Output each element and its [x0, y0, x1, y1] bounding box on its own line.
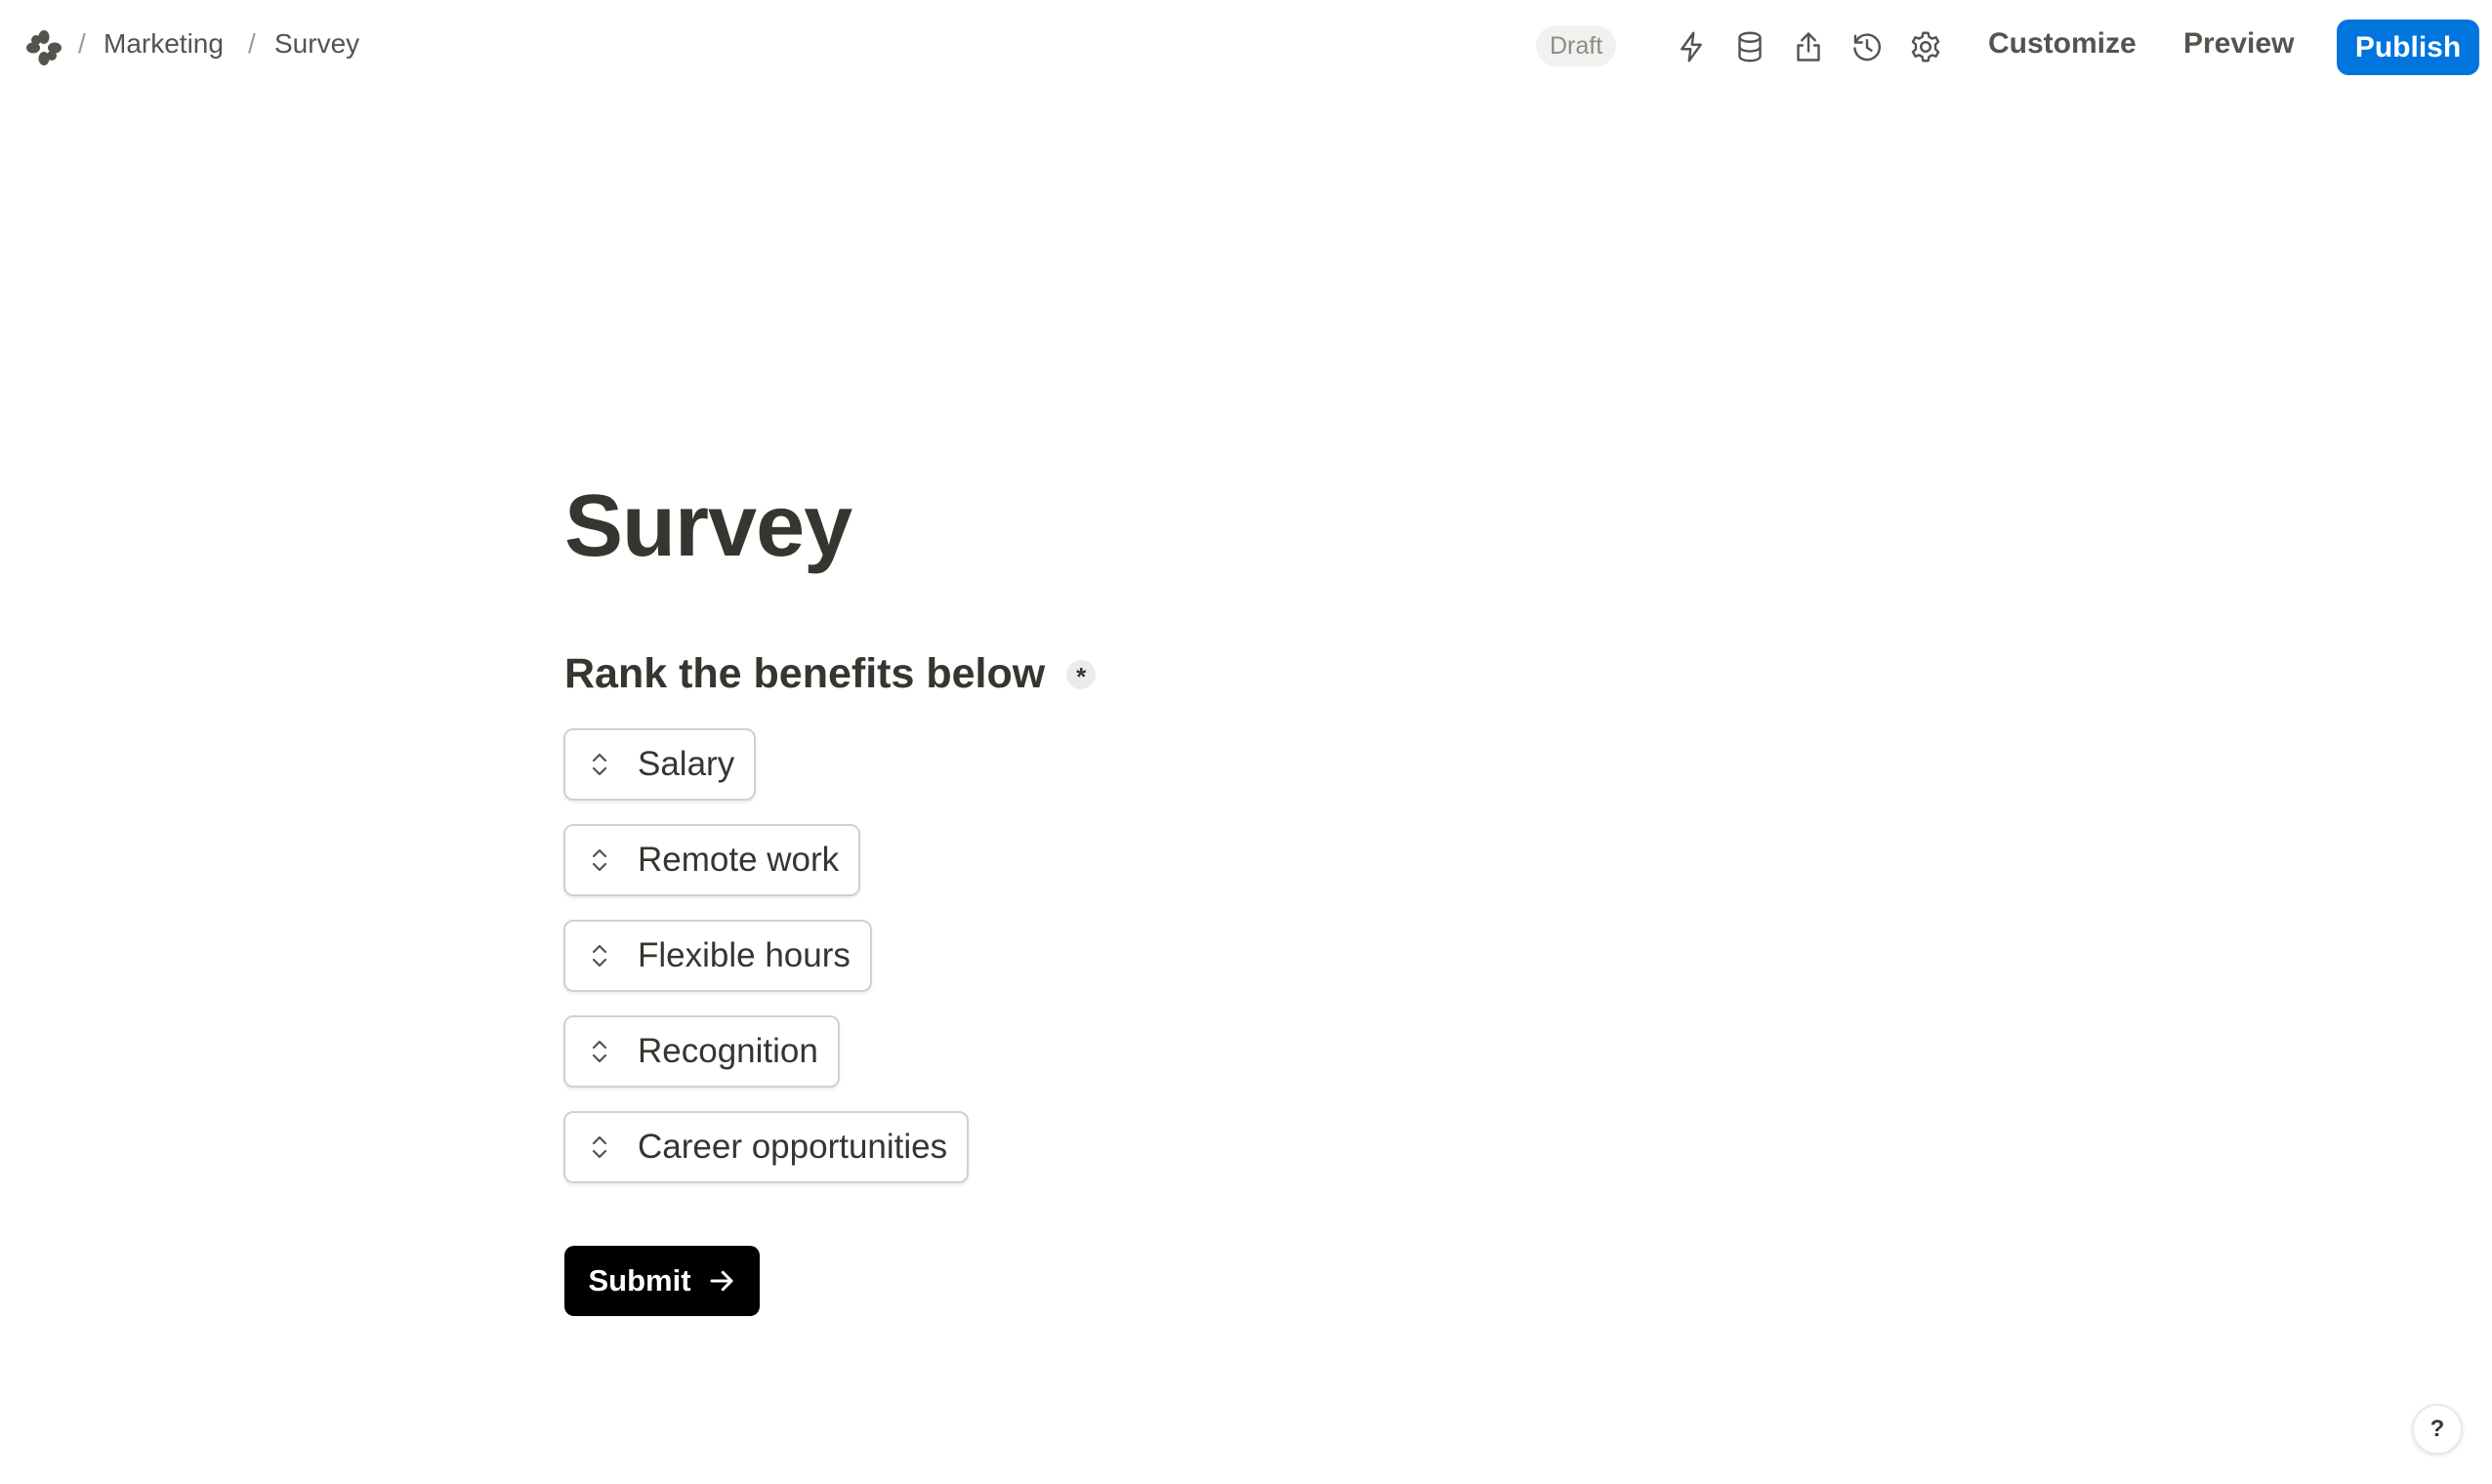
database-icon[interactable] — [1729, 26, 1770, 67]
breadcrumb-separator: / — [248, 28, 256, 59]
customize-button[interactable]: Customize — [1988, 27, 2137, 61]
rank-item-career-opportunities[interactable]: Career opportunities — [563, 1111, 970, 1183]
arrow-right-icon — [710, 1270, 733, 1292]
rank-item-label: Recognition — [638, 1032, 818, 1070]
chevron-up-down-icon[interactable] — [585, 936, 614, 975]
question-label: Rank the benefits below * — [564, 650, 1097, 698]
rank-item-label: Remote work — [638, 841, 840, 879]
rank-item-label: Flexible hours — [638, 936, 851, 974]
settings-icon[interactable] — [1905, 26, 1946, 67]
status-badge: Draft — [1536, 25, 1617, 66]
chevron-up-down-icon[interactable] — [585, 1128, 614, 1167]
required-marker: * — [1066, 659, 1097, 691]
breadcrumb-survey[interactable]: Survey — [274, 28, 359, 60]
preview-button[interactable]: Preview — [2183, 27, 2294, 61]
chevron-up-down-icon[interactable] — [585, 841, 614, 880]
chevron-up-down-icon[interactable] — [585, 1032, 614, 1071]
share-icon[interactable] — [1788, 26, 1829, 67]
history-icon[interactable] — [1847, 26, 1888, 67]
submit-button[interactable]: Submit — [564, 1246, 760, 1316]
rank-item-recognition[interactable]: Recognition — [563, 1015, 840, 1088]
rank-item-label: Salary — [638, 745, 735, 783]
form-title: Survey — [564, 477, 852, 575]
flower-logo-icon[interactable] — [25, 29, 62, 66]
rank-list: Salary Remote work Flexible hours Recogn… — [563, 728, 970, 1207]
help-button[interactable]: ? — [2412, 1404, 2463, 1455]
rank-item-flexible-hours[interactable]: Flexible hours — [563, 920, 872, 992]
submit-label: Submit — [588, 1263, 691, 1298]
top-bar: / Marketing / Survey Draft Customize Pre… — [0, 0, 2492, 96]
breadcrumb-separator: / — [78, 28, 86, 59]
breadcrumb-marketing[interactable]: Marketing — [104, 28, 224, 60]
rank-item-label: Career opportunities — [638, 1128, 948, 1166]
rank-item-salary[interactable]: Salary — [563, 728, 757, 801]
publish-button[interactable]: Publish — [2337, 20, 2479, 75]
question-text: Rank the benefits below — [564, 650, 1046, 697]
lightning-icon[interactable] — [1671, 26, 1712, 67]
rank-item-remote-work[interactable]: Remote work — [563, 824, 861, 896]
chevron-up-down-icon[interactable] — [585, 745, 614, 784]
